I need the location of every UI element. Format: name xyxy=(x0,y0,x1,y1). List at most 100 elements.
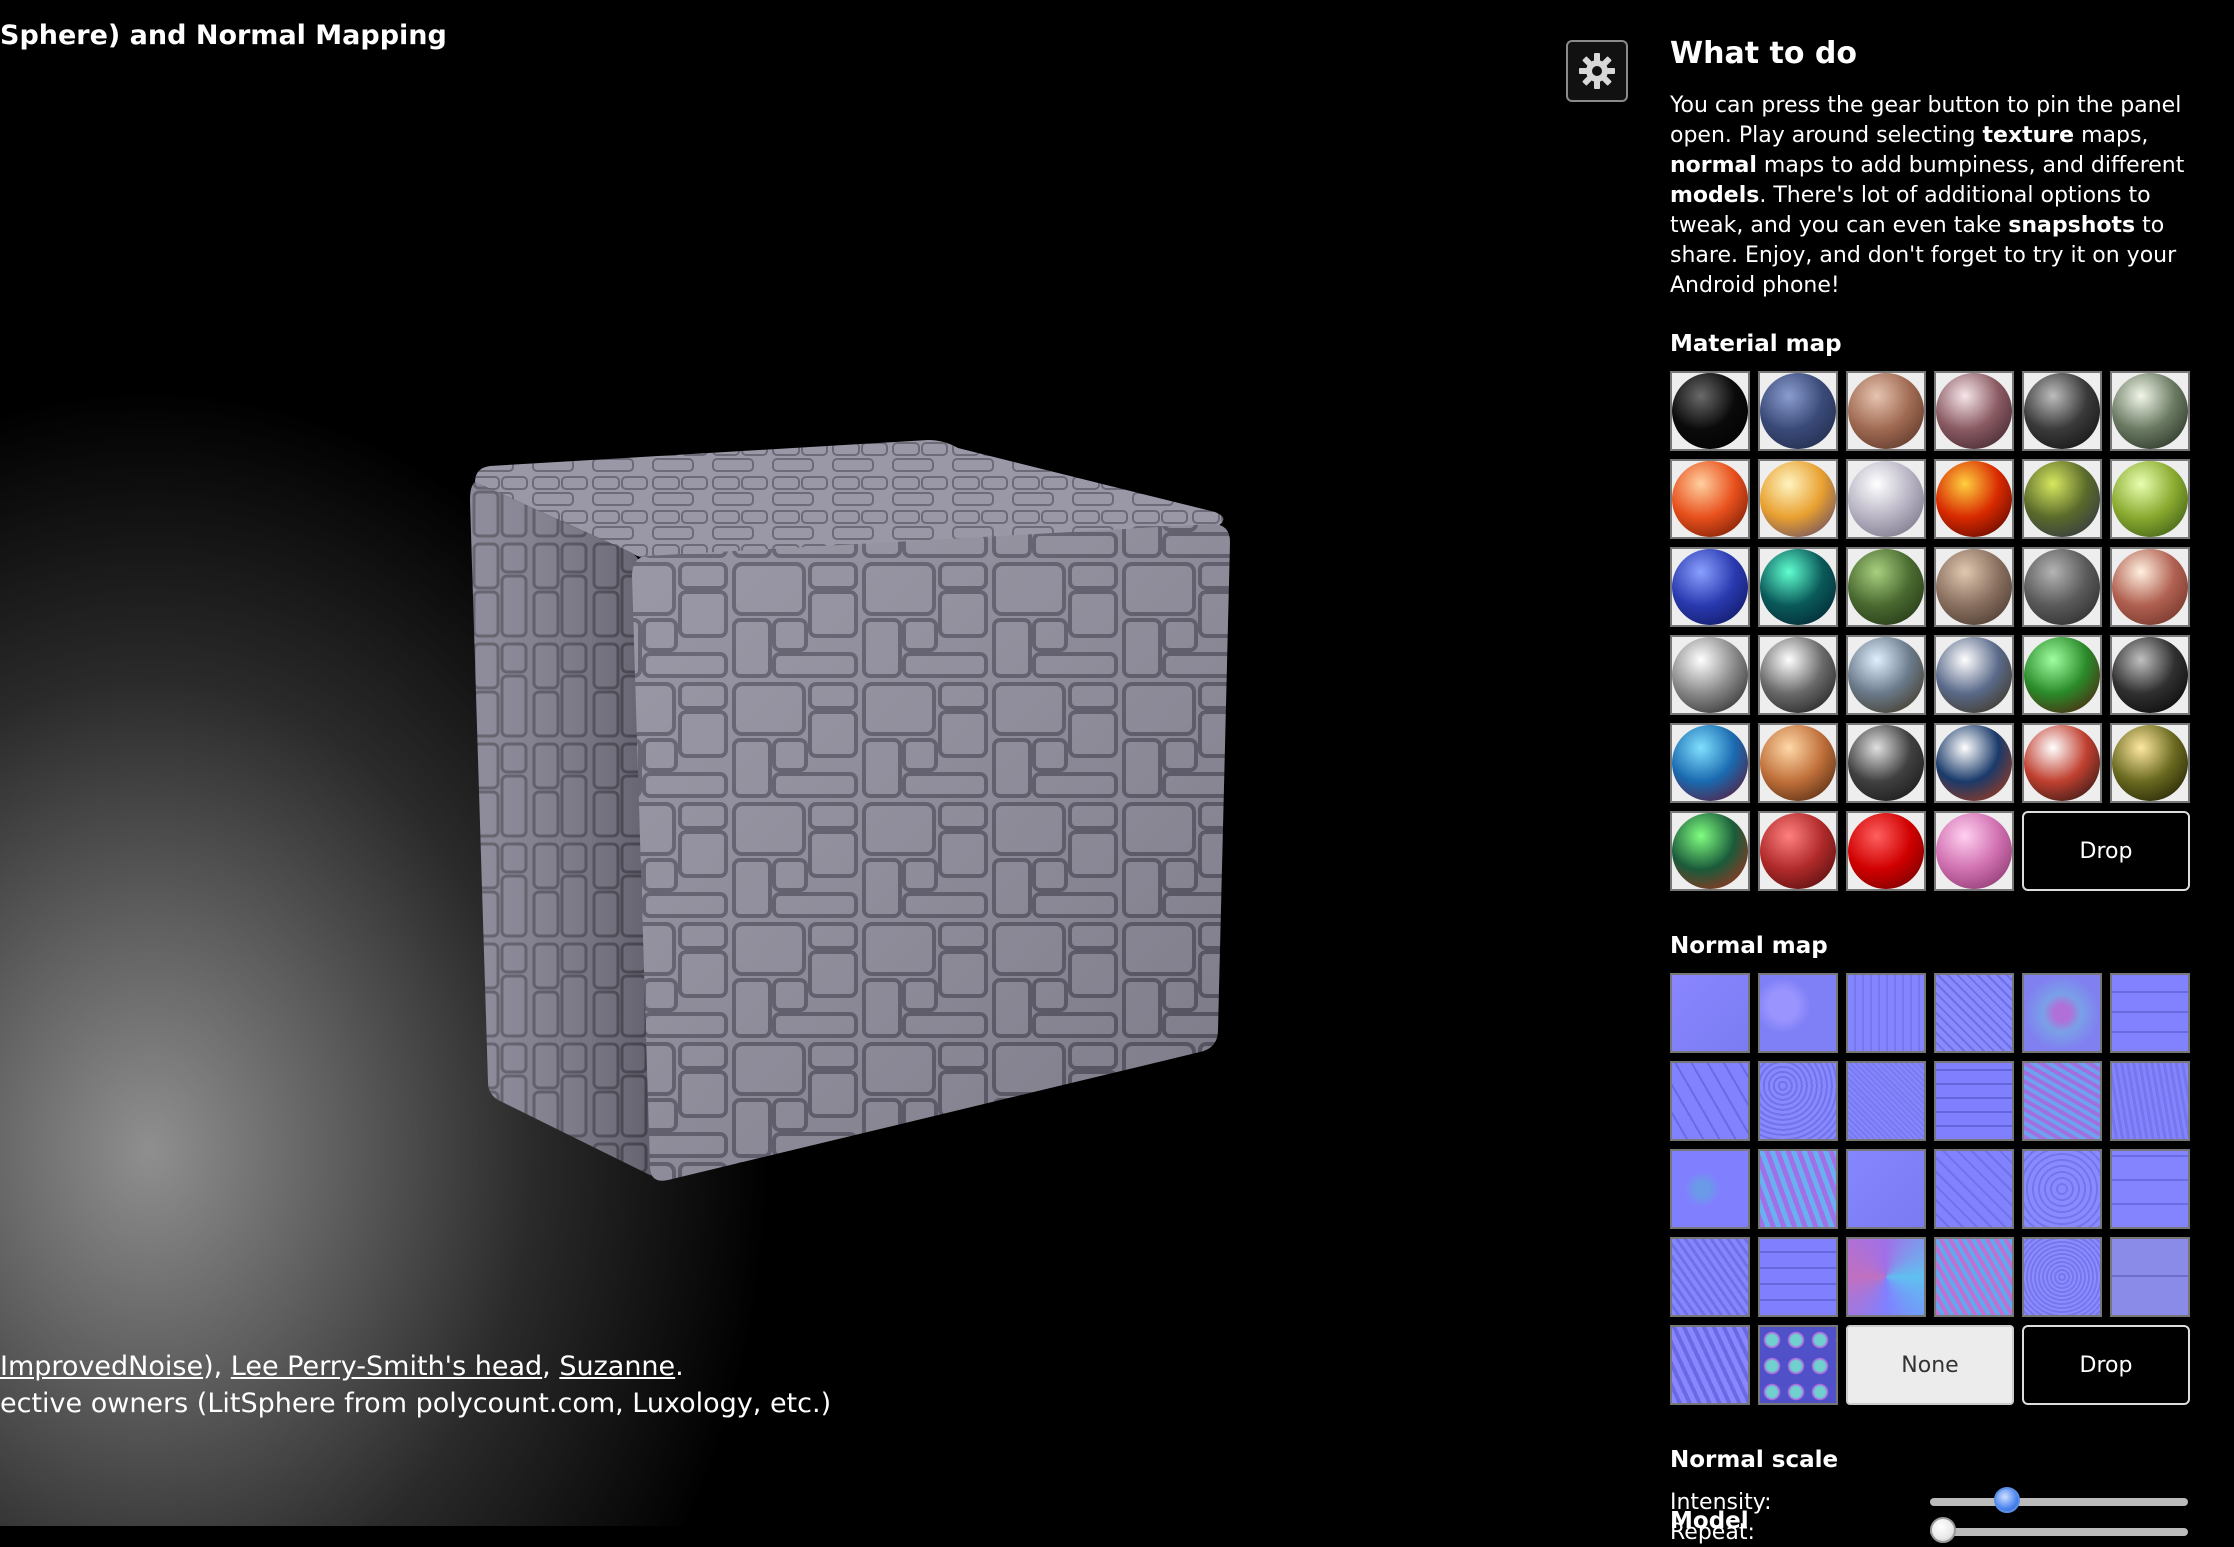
material-map-option[interactable] xyxy=(1670,459,1750,539)
material-sphere-thumbnail xyxy=(1936,637,2012,713)
material-map-option[interactable] xyxy=(2022,723,2102,803)
material-sphere-thumbnail xyxy=(1848,373,1924,449)
normal-map-option[interactable] xyxy=(1846,1149,1926,1229)
material-map-option[interactable] xyxy=(2110,459,2190,539)
normal-map-option[interactable] xyxy=(2022,1237,2102,1317)
material-map-option[interactable] xyxy=(2022,459,2102,539)
stone-cube-render xyxy=(470,440,1230,1181)
material-sphere-thumbnail xyxy=(1936,373,2012,449)
normal-map-option[interactable] xyxy=(2022,1061,2102,1141)
material-sphere-thumbnail xyxy=(1672,813,1748,889)
material-map-option[interactable] xyxy=(1758,723,1838,803)
normal-map-heading: Normal map xyxy=(1670,933,1828,959)
material-map-option[interactable] xyxy=(1934,811,2014,891)
material-map-option[interactable] xyxy=(1670,547,1750,627)
credits-line-2: ective owners (LitSphere from polycount.… xyxy=(0,1388,832,1419)
material-map-option[interactable] xyxy=(1846,459,1926,539)
material-sphere-thumbnail xyxy=(2024,549,2100,625)
credit-link[interactable]: Lee Perry-Smith's head xyxy=(231,1351,542,1382)
material-map-option[interactable] xyxy=(2022,635,2102,715)
normal-map-option[interactable] xyxy=(1846,973,1926,1053)
normal-map-option[interactable] xyxy=(1934,1237,2014,1317)
material-map-option[interactable] xyxy=(1670,635,1750,715)
normal-map-option[interactable] xyxy=(2022,973,2102,1053)
normal-map-option[interactable] xyxy=(1758,1149,1838,1229)
material-map-option[interactable] xyxy=(2110,547,2190,627)
material-map-heading: Material map xyxy=(1670,331,1842,357)
material-map-option[interactable] xyxy=(1758,811,1838,891)
material-map-option[interactable] xyxy=(1846,811,1926,891)
repeat-slider-thumb[interactable] xyxy=(1929,1517,1956,1543)
normal-map-option[interactable] xyxy=(1934,1061,2014,1141)
normal-map-option[interactable] xyxy=(1670,1149,1750,1229)
material-map-option[interactable] xyxy=(1934,635,2014,715)
options-panel: What to do You can press the gear button… xyxy=(1670,36,2210,1547)
normal-map-option[interactable] xyxy=(2110,1237,2190,1317)
credits-line-1: ImprovedNoise), Lee Perry-Smith's head, … xyxy=(0,1348,831,1385)
normal-map-option[interactable] xyxy=(1758,1237,1838,1317)
normal-map-option[interactable] xyxy=(1846,1061,1926,1141)
repeat-slider[interactable] xyxy=(1929,1517,2188,1543)
normal-drop-button[interactable]: Drop xyxy=(2022,1325,2190,1405)
material-map-option[interactable] xyxy=(1758,371,1838,451)
material-map-option[interactable] xyxy=(2110,723,2190,803)
material-map-option[interactable] xyxy=(1934,547,2014,627)
page-title: Sphere) and Normal Mapping xyxy=(0,20,447,51)
normal-map-option[interactable] xyxy=(1758,1325,1838,1405)
normal-map-option[interactable] xyxy=(1934,1149,2014,1229)
normal-map-option[interactable] xyxy=(1670,1325,1750,1405)
material-map-option[interactable] xyxy=(2110,635,2190,715)
intro-keyword: normal xyxy=(1670,153,1757,178)
normal-map-option[interactable] xyxy=(2022,1149,2102,1229)
material-sphere-thumbnail xyxy=(1936,813,2012,889)
panel-heading: What to do xyxy=(1670,36,1857,71)
intro-keyword: models xyxy=(1670,183,1760,208)
material-map-option[interactable] xyxy=(2110,371,2190,451)
material-map-option[interactable] xyxy=(1670,723,1750,803)
material-drop-button[interactable]: Drop xyxy=(2022,811,2190,891)
intro-keyword: texture xyxy=(1982,123,2075,148)
material-sphere-thumbnail xyxy=(1848,637,1924,713)
normal-map-option[interactable] xyxy=(1670,1061,1750,1141)
intensity-slider[interactable] xyxy=(1930,1487,2188,1513)
material-map-option[interactable] xyxy=(1934,723,2014,803)
normal-map-option[interactable] xyxy=(1758,1061,1838,1141)
material-map-option[interactable] xyxy=(1758,459,1838,539)
material-sphere-thumbnail xyxy=(2112,373,2188,449)
material-map-option[interactable] xyxy=(1670,371,1750,451)
normal-map-option[interactable] xyxy=(2110,973,2190,1053)
normal-map-option[interactable] xyxy=(1670,1237,1750,1317)
normal-map-option[interactable] xyxy=(1670,973,1750,1053)
material-sphere-thumbnail xyxy=(2112,637,2188,713)
normal-map-option[interactable] xyxy=(1934,973,2014,1053)
render-viewport[interactable]: Sphere) and Normal Mapping ImprovedNoise… xyxy=(0,0,1600,1526)
normal-map-option[interactable] xyxy=(2110,1149,2190,1229)
normal-map-grid: None Drop xyxy=(1670,973,2210,1405)
material-sphere-thumbnail xyxy=(2112,725,2188,801)
material-sphere-thumbnail xyxy=(1760,725,1836,801)
material-map-option[interactable] xyxy=(1670,811,1750,891)
material-map-option[interactable] xyxy=(2022,371,2102,451)
normal-map-option[interactable] xyxy=(1846,1237,1926,1317)
credit-link[interactable]: Suzanne xyxy=(559,1351,675,1382)
material-sphere-thumbnail xyxy=(2024,637,2100,713)
material-map-option[interactable] xyxy=(1934,459,2014,539)
material-map-option[interactable] xyxy=(1758,635,1838,715)
normal-map-option[interactable] xyxy=(2110,1061,2190,1141)
material-map-option[interactable] xyxy=(2022,547,2102,627)
material-sphere-thumbnail xyxy=(1760,637,1836,713)
material-sphere-thumbnail xyxy=(1760,373,1836,449)
material-map-option[interactable] xyxy=(1758,547,1838,627)
intensity-slider-thumb[interactable] xyxy=(1994,1487,2021,1513)
credit-link[interactable]: ImprovedNoise xyxy=(0,1351,203,1382)
material-map-option[interactable] xyxy=(1846,723,1926,803)
credit-text: , xyxy=(542,1351,560,1382)
normal-map-option[interactable] xyxy=(1758,973,1838,1053)
material-map-option[interactable] xyxy=(1846,547,1926,627)
pin-panel-button[interactable] xyxy=(1566,40,1628,102)
normal-none-button[interactable]: None xyxy=(1846,1325,2014,1405)
material-sphere-thumbnail xyxy=(1672,725,1748,801)
material-map-option[interactable] xyxy=(1934,371,2014,451)
material-map-option[interactable] xyxy=(1846,635,1926,715)
material-map-option[interactable] xyxy=(1846,371,1926,451)
